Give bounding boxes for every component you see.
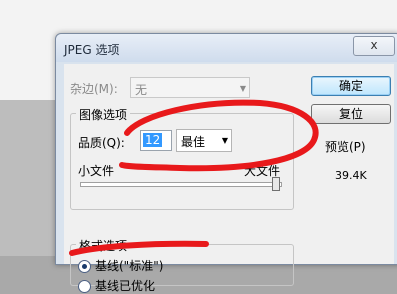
small-file-label: 小文件 [78,164,115,178]
jpeg-options-dialog: JPEG 选项 x 杂边(M): 无 ▼ 图像选项 品质(Q): 12 最佳 ▼… [55,33,397,293]
quality-value: 12 [143,133,163,147]
preview-checkbox-label[interactable]: 预览(P) [325,138,366,155]
ok-button[interactable]: 确定 [311,76,391,96]
quality-preset-value: 最佳 [181,135,206,149]
chevron-down-icon: ▼ [239,84,246,93]
image-options-title: 图像选项 [76,106,131,123]
format-options-title: 格式选项 [76,237,131,254]
baseline-optimized-radio[interactable] [78,280,91,293]
file-size: 39.4K [335,169,367,182]
quality-preset-select[interactable]: 最佳 ▼ [176,129,232,152]
title-bar: JPEG 选项 x [56,34,397,62]
background-panel [0,100,56,256]
baseline-label: 基线("标准") [95,259,164,273]
dialog-title: JPEG 选项 [64,43,120,57]
baseline-radio[interactable] [78,260,91,273]
close-button[interactable]: x [353,36,395,56]
quality-slider-track[interactable] [80,182,282,187]
quality-label: 品质(Q): [78,136,125,150]
close-icon: x [370,38,378,52]
quality-input[interactable]: 12 [140,130,172,151]
matte-label: 杂边(M): [70,82,118,96]
chevron-down-icon: ▼ [221,136,228,145]
dialog-content: 杂边(M): 无 ▼ 图像选项 品质(Q): 12 最佳 ▼ 小文件 大文件 格… [64,64,394,293]
matte-value: 无 [135,83,148,97]
baseline-optimized-label: 基线已优化 [95,279,156,293]
matte-select[interactable]: 无 ▼ [130,77,250,98]
quality-slider-thumb[interactable] [272,177,280,191]
radio-selected-dot [82,264,87,269]
reset-button[interactable]: 复位 [311,104,391,124]
